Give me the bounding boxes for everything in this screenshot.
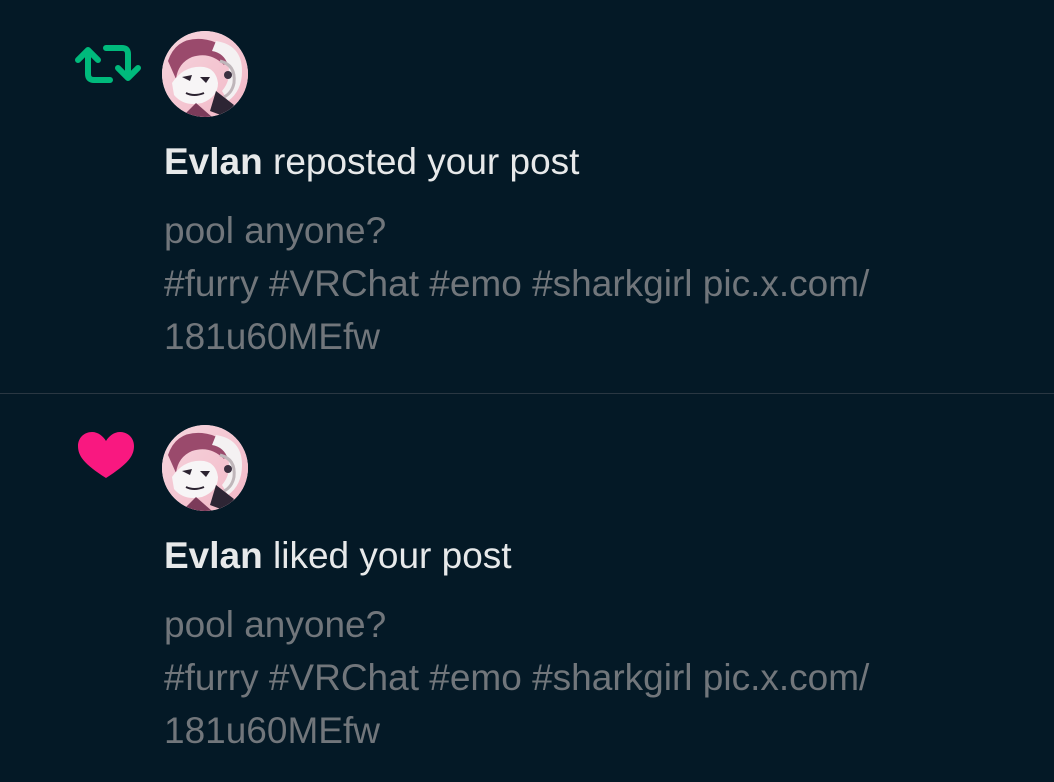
action-text: reposted your post bbox=[273, 141, 580, 182]
notification-repost[interactable]: Evlan reposted your post pool anyone? #f… bbox=[0, 0, 1054, 393]
heart-icon bbox=[70, 430, 146, 482]
notification-headline: Evlan liked your post bbox=[164, 533, 512, 579]
repost-icon bbox=[70, 38, 146, 90]
post-text-line: #furry #VRChat #emo #sharkgirl pic.x.com… bbox=[164, 263, 870, 304]
user-name[interactable]: Evlan bbox=[164, 535, 263, 576]
post-text-line: 181u60MEfw bbox=[164, 316, 380, 357]
post-text-line: pool anyone? bbox=[164, 604, 387, 645]
post-text-line: #furry #VRChat #emo #sharkgirl pic.x.com… bbox=[164, 657, 870, 698]
notification-headline: Evlan reposted your post bbox=[164, 139, 579, 185]
avatar[interactable] bbox=[162, 425, 248, 511]
post-preview[interactable]: pool anyone? #furry #VRChat #emo #sharkg… bbox=[164, 598, 1024, 757]
post-text-line: 181u60MEfw bbox=[164, 710, 380, 751]
user-name[interactable]: Evlan bbox=[164, 141, 263, 182]
avatar[interactable] bbox=[162, 31, 248, 117]
post-preview[interactable]: pool anyone? #furry #VRChat #emo #sharkg… bbox=[164, 204, 1024, 363]
notification-like[interactable]: Evlan liked your post pool anyone? #furr… bbox=[0, 394, 1054, 782]
notifications-feed: Evlan reposted your post pool anyone? #f… bbox=[0, 0, 1054, 782]
action-text: liked your post bbox=[273, 535, 512, 576]
post-text-line: pool anyone? bbox=[164, 210, 387, 251]
